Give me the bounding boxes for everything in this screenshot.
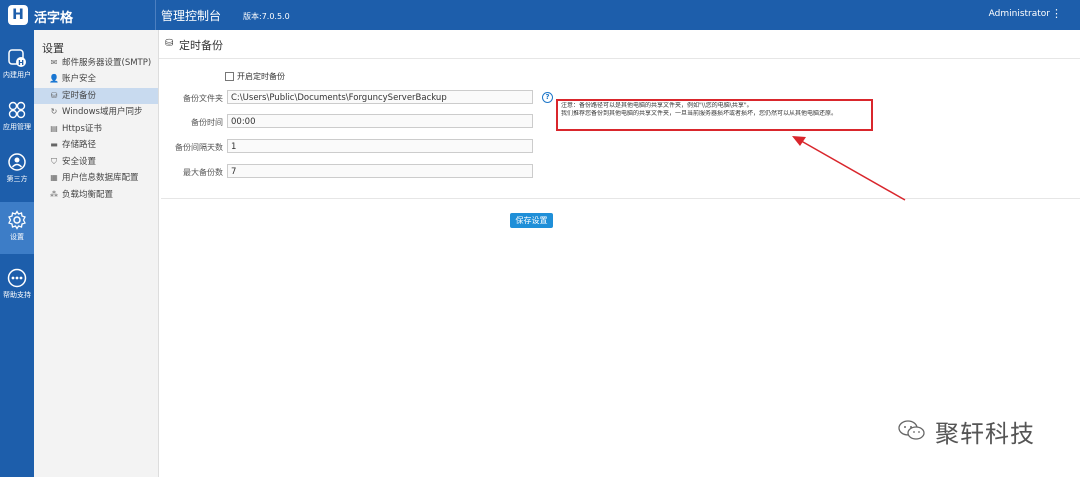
sidebar-item-label: 存储路径 [62,140,97,150]
shield-icon: ⛉ [51,157,57,166]
backup-interval-label: 备份间隔天数 [175,143,223,152]
left-nav: H 内建用户 应用管理 第三方 设置 帮助支持 [0,30,34,477]
settings-sidebar: 设置 ✉ 邮件服务器设置(SMTP) 👤 账户安全 ⛁ 定时备份 ↻ Windows域用… [34,30,159,477]
app-logo: H [8,5,28,25]
backup-folder-input[interactable]: C:\Users\Public\Documents\ForguncyServer… [227,90,533,104]
backup-folder-label: 备份文件夹 [183,94,223,103]
nav-app-management[interactable]: 应用管理 [0,92,34,142]
sidebar-item-load-balance[interactable]: ⁂ 负载均衡配置 [34,187,158,203]
backup-interval-input[interactable]: 1 [227,139,533,153]
folder-icon: ▬ [50,140,58,149]
sidebar-item-label: 定时备份 [62,91,97,101]
backup-icon: ⛁ [165,38,174,49]
refresh-icon: ↻ [50,107,58,116]
nav-settings[interactable]: 设置 [0,202,34,254]
watermark-text: 聚轩科技 [935,420,1035,448]
page-title: 定时备份 [179,39,223,52]
envelope-icon: ✉ [50,58,58,67]
user-icon: 👤 [49,74,59,83]
version-label: 版本:7.0.5.0 [243,12,290,21]
enable-backup-checkbox[interactable] [225,72,234,81]
backup-time-label: 备份时间 [191,118,223,127]
note-line: 我们推荐您备份到其他电脑的共享文件夹，一旦当前服务器损坏或者损坏，您仍然可以从其… [561,110,838,117]
main-content: ⛁ 定时备份 开启定时备份 备份文件夹 C:\Users\Public\Docu… [159,30,1080,477]
nav-label: 内建用户 [3,71,31,79]
sidebar-title: 设置 [42,42,64,55]
save-settings-button[interactable]: 保存设置 [510,213,553,228]
kebab-menu-icon[interactable]: ⋮ [1051,7,1062,20]
title-divider [159,58,1080,59]
backup-time-input[interactable]: 00:00 [227,114,533,128]
nav-builtin-users[interactable]: H 内建用户 [0,40,34,90]
app-name: 活字格 [34,11,74,26]
wechat-icon [898,420,925,440]
sidebar-item-account-security[interactable]: 👤 账户安全 [34,71,158,87]
sidebar-item-scheduled-backup[interactable]: ⛁ 定时备份 [34,88,158,104]
note-line: 注意：备份路径可以是其他电脑的共享文件夹，例如"\\您的电脑\共享"。 [561,102,753,109]
header-divider [155,0,156,30]
nav-label: 第三方 [6,175,28,183]
sidebar-item-label: 账户安全 [62,74,97,84]
enable-backup-label: 开启定时备份 [237,72,285,81]
sidebar-item-storage-path[interactable]: ▬ 存储路径 [34,137,158,153]
top-bar: H 活字格 管理控制台 版本:7.0.5.0 Administrator ⋮ [0,0,1080,30]
sidebar-item-label: 负载均衡配置 [62,190,114,200]
nav-label: 设置 [10,233,24,241]
nav-label: 帮助支持 [3,291,31,299]
certificate-icon: ▤ [50,124,58,133]
sidebar-item-https[interactable]: ▤ Https证书 [34,121,158,137]
annotation-arrow [792,136,906,201]
enable-backup-row[interactable]: 开启定时备份 [225,71,285,82]
sidebar-item-label: Https证书 [62,124,102,134]
nav-label: 应用管理 [3,123,31,131]
backup-icon: ⛁ [50,91,58,100]
nav-help-support[interactable]: 帮助支持 [0,260,34,310]
sidebar-item-label: 安全设置 [62,157,97,167]
sidebar-item-label: 邮件服务器设置(SMTP) [62,58,152,68]
svg-text:H: H [18,59,24,67]
sidebar-item-smtp[interactable]: ✉ 邮件服务器设置(SMTP) [34,55,158,71]
console-title: 管理控制台 [161,9,222,23]
user-name[interactable]: Administrator [989,9,1050,19]
builtin-user-icon: H [8,49,26,67]
nav-third-party[interactable]: 第三方 [0,144,34,194]
sidebar-item-label: 用户信息数据库配置 [62,173,139,183]
sidebar-item-label: Windows域用户同步 [62,107,143,117]
max-backups-label: 最大备份数 [183,168,223,177]
app-grid-icon [8,101,26,119]
database-icon: ▦ [50,173,58,182]
max-backups-input[interactable]: 7 [227,164,533,178]
sidebar-item-windows-sync[interactable]: ↻ Windows域用户同步 [34,104,158,120]
more-dots-icon [7,268,27,288]
sidebar-item-user-db[interactable]: ▦ 用户信息数据库配置 [34,170,158,186]
third-party-icon [8,153,26,171]
sidebar-item-security[interactable]: ⛉ 安全设置 [34,154,158,170]
backup-note-tooltip: 注意：备份路径可以是其他电脑的共享文件夹，例如"\\您的电脑\共享"。 我们推荐… [556,99,873,131]
form-divider [161,198,1080,199]
network-icon: ⁂ [50,190,58,199]
help-icon[interactable]: ? [542,92,553,103]
gear-icon [8,210,26,230]
